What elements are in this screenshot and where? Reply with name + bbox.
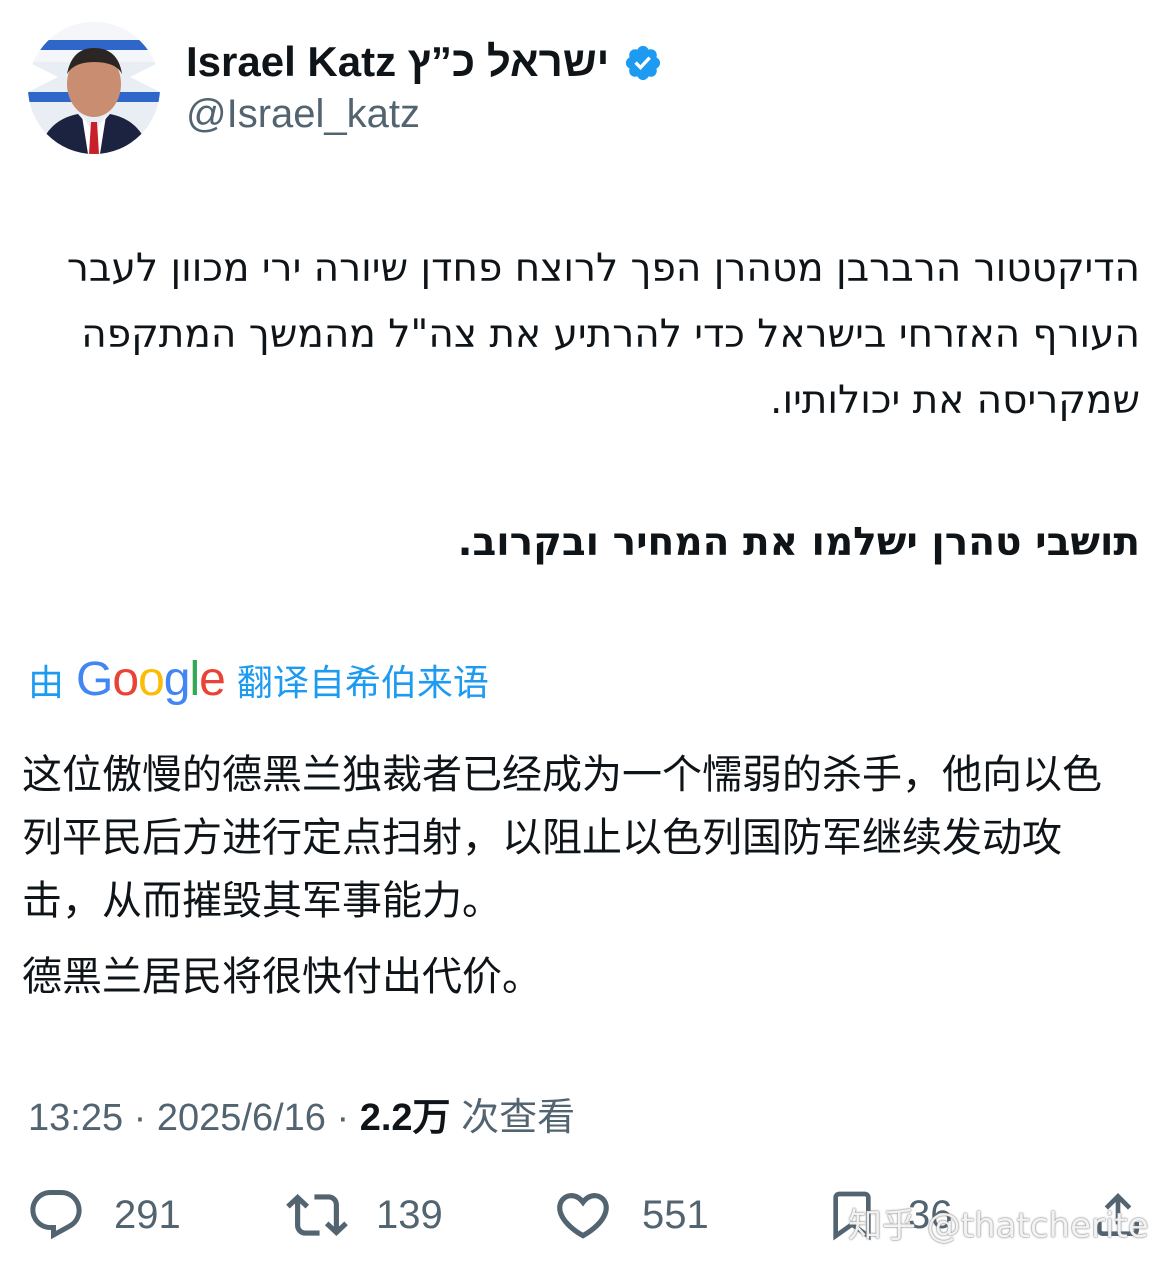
heart-icon xyxy=(557,1193,609,1239)
display-name[interactable]: Israel Katz ישראל כ”ץ xyxy=(186,39,609,85)
like-count: 551 xyxy=(642,1192,709,1237)
tweet-meta: 13:25 · 2025/6/16 · 2.2万 次查看 xyxy=(28,1086,575,1141)
reply-button[interactable]: 291 xyxy=(26,1180,181,1250)
retweet-button[interactable]: 139 xyxy=(286,1180,443,1250)
meta-separator: · xyxy=(336,1097,350,1139)
reply-icon xyxy=(30,1190,82,1240)
retweet-count: 139 xyxy=(376,1192,443,1237)
tweet-time[interactable]: 13:25 xyxy=(28,1097,123,1139)
author-names: Israel Katz ישראל כ”ץ @Israel_katz xyxy=(186,39,663,136)
google-logo: Google xyxy=(76,653,226,706)
translated-prefix: 由 xyxy=(28,662,65,704)
author-handle[interactable]: @Israel_katz xyxy=(186,92,663,137)
translated-suffix: 翻译自希伯来语 xyxy=(236,662,489,704)
like-button[interactable]: 551 xyxy=(552,1180,709,1250)
tweet-header: Israel Katz ישראל כ”ץ @Israel_katz xyxy=(28,22,663,154)
verified-badge-icon xyxy=(623,43,663,83)
meta-separator: · xyxy=(133,1097,147,1139)
tweet-text-hebrew-bold: תושבי טהרן ישלמו את המחיר ובקרוב. xyxy=(457,520,1140,565)
retweet-icon xyxy=(286,1194,348,1236)
translated-by-google-link[interactable]: 由 Google 翻译自希伯来语 xyxy=(28,652,489,707)
views-count[interactable]: 2.2万 xyxy=(360,1097,451,1139)
tweet-date[interactable]: 2025/6/16 xyxy=(157,1097,326,1139)
watermark: 知乎 @thatcherite xyxy=(848,1206,1149,1246)
tweet-text-hebrew: הדיקטטור הרברבן מטהרן הפך לרוצח פחדן שיו… xyxy=(66,246,1140,423)
avatar[interactable] xyxy=(28,22,160,154)
tweet-translation-paragraph: 这位傲慢的德黑兰独裁者已经成为一个懦弱的杀手，他向以色列平民后方进行定点扫射，以… xyxy=(22,752,1102,924)
reply-count: 291 xyxy=(114,1192,181,1237)
tweet-translation-paragraph-2: 德黑兰居民将很快付出代价。 xyxy=(22,954,542,1000)
views-label: 次查看 xyxy=(461,1097,576,1139)
